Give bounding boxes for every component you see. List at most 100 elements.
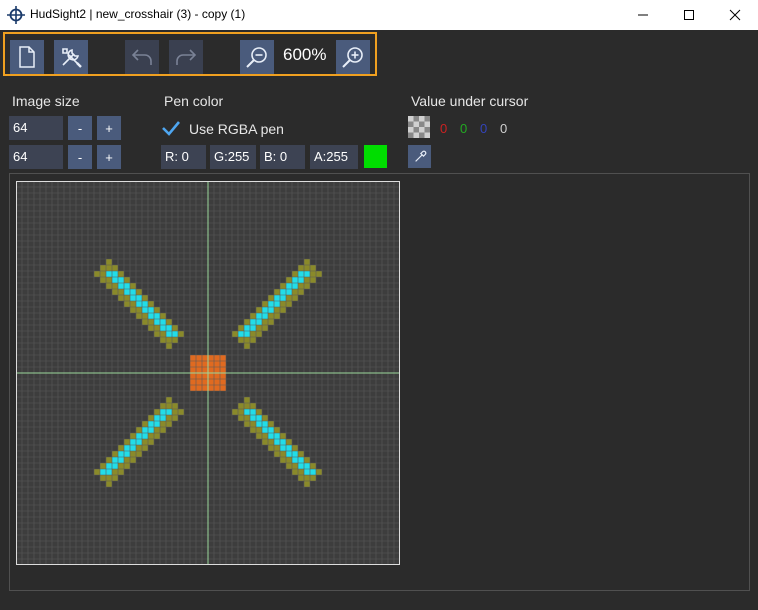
- width-increment-button[interactable]: +: [97, 116, 121, 140]
- outline-pixel: [244, 403, 250, 409]
- use-rgba-checkbox[interactable]: [161, 118, 181, 138]
- outline-pixel: [118, 445, 124, 451]
- outline-pixel: [286, 295, 292, 301]
- outline-pixel: [268, 295, 274, 301]
- outline-pixel: [166, 343, 172, 349]
- height-increment-button[interactable]: +: [97, 145, 121, 169]
- outline-pixel: [280, 457, 286, 463]
- outline-pixel: [298, 469, 304, 475]
- use-rgba-label[interactable]: Use RGBA pen: [189, 121, 284, 137]
- crosshair-pixel: [304, 469, 310, 475]
- pen-a-field[interactable]: A:255: [310, 145, 358, 169]
- outline-pixel: [232, 409, 238, 415]
- outline-pixel: [232, 331, 238, 337]
- outline-pixel: [280, 283, 286, 289]
- outline-pixel: [106, 481, 112, 487]
- crosshair-pixel: [148, 427, 154, 433]
- outline-pixel: [142, 313, 148, 319]
- crosshair-pixel: [250, 415, 256, 421]
- crosshair-pixel: [166, 331, 172, 337]
- outline-pixel: [298, 283, 304, 289]
- new-file-button[interactable]: [10, 40, 44, 74]
- outline-pixel: [130, 451, 136, 457]
- pen-color-label: Pen color: [164, 93, 224, 109]
- maximize-button[interactable]: [666, 0, 712, 30]
- center-pixel: [214, 373, 220, 379]
- crosshair-pixel: [286, 445, 292, 451]
- outline-pixel: [142, 421, 148, 427]
- pen-b-field[interactable]: B: 0: [260, 145, 305, 169]
- outline-pixel: [112, 451, 118, 457]
- outline-pixel: [292, 445, 298, 451]
- pen-color-swatch[interactable]: [364, 145, 387, 168]
- crosshair-pixel: [106, 463, 112, 469]
- outline-pixel: [166, 319, 172, 325]
- outline-pixel: [154, 433, 160, 439]
- crosshair-pixel: [292, 283, 298, 289]
- outline-pixel: [100, 277, 106, 283]
- crosshair-pixel: [136, 301, 142, 307]
- outline-pixel: [136, 451, 142, 457]
- outline-pixel: [106, 475, 112, 481]
- outline-pixel: [100, 265, 106, 271]
- title-bar: HudSight2 | new_crosshair (3) - copy (1): [0, 0, 758, 30]
- color-picker-button[interactable]: [408, 145, 431, 168]
- outline-pixel: [142, 439, 148, 445]
- crosshair-pixel: [262, 313, 268, 319]
- close-icon: [729, 9, 741, 21]
- window-title: HudSight2 | new_crosshair (3) - copy (1): [30, 7, 246, 21]
- outline-pixel: [268, 445, 274, 451]
- crosshair-pixel: [310, 469, 316, 475]
- pen-g-field[interactable]: G:255: [210, 145, 256, 169]
- crosshair-pixel: [274, 433, 280, 439]
- center-pixel: [214, 355, 220, 361]
- crosshair-pixel: [250, 409, 256, 415]
- zoom-out-button[interactable]: [240, 40, 274, 74]
- outline-pixel: [250, 331, 256, 337]
- center-pixel: [208, 373, 214, 379]
- outline-pixel: [268, 421, 274, 427]
- outline-pixel: [244, 397, 250, 403]
- pixel-canvas[interactable]: [16, 181, 400, 565]
- outline-pixel: [106, 265, 112, 271]
- tools-button[interactable]: [54, 40, 88, 74]
- crosshair-pixel: [112, 271, 118, 277]
- outline-pixel: [262, 415, 268, 421]
- crosshair-pixel: [154, 415, 160, 421]
- crosshair-pixel: [286, 289, 292, 295]
- crosshair-pixel: [262, 427, 268, 433]
- crosshair-pixel: [136, 295, 142, 301]
- crosshair-pixel: [142, 433, 148, 439]
- redo-button[interactable]: [169, 40, 203, 74]
- image-width-field[interactable]: 64: [9, 116, 63, 140]
- outline-pixel: [94, 271, 100, 277]
- crosshair-pixel: [142, 427, 148, 433]
- outline-pixel: [112, 475, 118, 481]
- cursor-b-value: 0: [480, 121, 488, 136]
- outline-pixel: [154, 409, 160, 415]
- crosshair-pixel: [160, 325, 166, 331]
- outline-pixel: [250, 313, 256, 319]
- crosshair-pixel: [142, 301, 148, 307]
- crosshair-pixel: [136, 433, 142, 439]
- height-decrement-button[interactable]: -: [68, 145, 92, 169]
- outline-pixel: [124, 295, 130, 301]
- outline-pixel: [250, 403, 256, 409]
- outline-pixel: [166, 337, 172, 343]
- crosshair-pixel: [280, 445, 286, 451]
- outline-pixel: [304, 265, 310, 271]
- width-decrement-button[interactable]: -: [68, 116, 92, 140]
- minimize-button[interactable]: [620, 0, 666, 30]
- pen-r-field[interactable]: R: 0: [161, 145, 206, 169]
- crosshair-pixel: [268, 301, 274, 307]
- undo-button[interactable]: [125, 40, 159, 74]
- crosshair-pixel: [118, 451, 124, 457]
- image-height-field[interactable]: 64: [9, 145, 63, 169]
- crosshair-pixel: [250, 319, 256, 325]
- crosshair-pixel: [238, 331, 244, 337]
- center-pixel: [190, 373, 196, 379]
- outline-pixel: [154, 325, 160, 331]
- zoom-in-button[interactable]: [336, 40, 370, 74]
- close-button[interactable]: [712, 0, 758, 30]
- crosshair-pixel: [118, 457, 124, 463]
